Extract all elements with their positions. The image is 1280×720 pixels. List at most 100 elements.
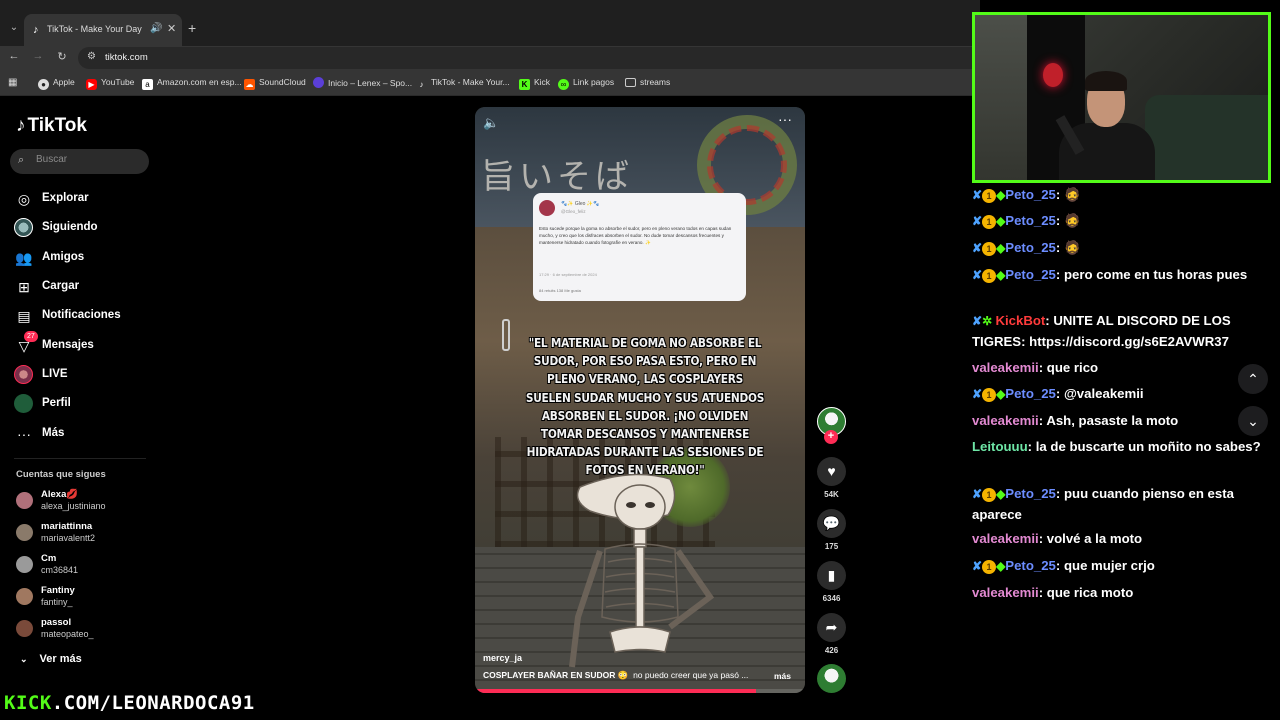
live-icon <box>14 365 33 384</box>
apps-grid-icon[interactable]: ▦ <box>8 77 17 88</box>
save-action[interactable]: ▮ 6346 <box>817 561 846 603</box>
search-box[interactable]: ⌕ <box>10 149 149 174</box>
new-tab-icon[interactable]: + <box>188 20 196 36</box>
chat-username[interactable]: Peto_25 <box>1005 386 1056 401</box>
chat-username[interactable]: Leitouuu <box>972 439 1028 454</box>
follow-plus-icon[interactable]: + <box>824 430 838 444</box>
chat-badges: ✘ 1 ◆ <box>972 559 1006 574</box>
chat-text: que rico <box>1046 360 1099 375</box>
tab-search-chevron-icon[interactable]: ⌄ <box>6 20 22 36</box>
following-account[interactable]: Alexa💋 alexa_justiniano <box>16 489 156 515</box>
more-options-icon[interactable]: ··· <box>778 111 792 127</box>
following-account[interactable]: Cm cm36841 <box>16 553 156 579</box>
bookmark-youtube[interactable]: ▶ YouTube <box>86 77 134 90</box>
comment-icon[interactable]: 💬 <box>817 509 846 538</box>
gem-badge-icon: ◆ <box>996 559 1006 573</box>
bookmark-soundcloud[interactable]: ☁ SoundCloud <box>244 77 306 90</box>
chat-badges: ✘ 1 ◆ <box>972 188 1005 203</box>
chat-username[interactable]: Peto_25 <box>1005 267 1056 282</box>
nav-cargar[interactable]: ⊞ Cargar <box>14 277 154 299</box>
following-account[interactable]: mariattinna mariavalentt2 <box>16 521 156 547</box>
bookmark-icon[interactable]: ▮ <box>817 561 846 590</box>
back-icon[interactable]: ← <box>6 50 22 62</box>
search-input[interactable] <box>36 154 141 165</box>
video-player[interactable]: 旨いそば 🐾✨ Gleo ✨🐾 @Gleo_feliz Esto sucede … <box>475 107 805 693</box>
coin-badge-icon: 1 <box>982 242 997 256</box>
tab-close-icon[interactable]: ✕ <box>167 22 176 35</box>
nav-explorar[interactable]: ◎ Explorar <box>14 189 154 211</box>
chat-message: ✘ 1 ◆Peto_25: pero come en tus horas pues <box>972 267 1248 283</box>
coin-badge-icon: 1 <box>982 189 997 203</box>
share-icon[interactable]: ➦ <box>817 613 846 642</box>
nav-amigos[interactable]: 👥 Amigos <box>14 248 154 270</box>
chat-username[interactable]: valeakemii <box>972 585 1039 600</box>
nav-notificaciones[interactable]: ▤ Notificaciones <box>14 306 154 328</box>
site-info-icon[interactable]: ⚙ <box>87 51 96 62</box>
tiktok-logo[interactable]: ♪ TikTok <box>16 115 87 137</box>
chat-username[interactable]: Peto_25 <box>1005 213 1056 228</box>
avatar <box>16 620 33 637</box>
sofa <box>1145 95 1268 180</box>
forward-icon[interactable]: → <box>30 50 46 62</box>
account-name: Cm <box>41 553 57 564</box>
chevron-up-icon[interactable]: ⌃ <box>1238 364 1268 394</box>
upload-icon: ⊞ <box>18 279 30 295</box>
tab-audio-icon[interactable]: 🔊 <box>150 23 162 34</box>
streamer-hair <box>1085 71 1127 91</box>
bookmark-tiktok[interactable]: ♪ TikTok - Make Your... <box>416 77 510 90</box>
moderator-sword-icon: ✘ <box>972 268 983 282</box>
nav-label: Amigos <box>42 251 85 263</box>
moderator-sword-icon: ✘ <box>972 241 983 255</box>
following-account[interactable]: Fantiny fantiny_ <box>16 585 156 611</box>
bookmark-spotify[interactable]: Inicio – Lenex – Spo... <box>313 77 412 88</box>
nav-mas[interactable]: ··· Más <box>14 424 154 446</box>
nav-mensajes[interactable]: ▽ 27 Mensajes <box>14 331 154 358</box>
caption-more-button[interactable]: más <box>774 671 791 681</box>
moderator-sword-icon: ✘ <box>972 559 983 573</box>
account-handle: cm36841 <box>41 565 79 575</box>
youtube-icon: ▶ <box>86 79 97 90</box>
video-progress-bar[interactable] <box>475 689 805 693</box>
right-eye <box>645 502 655 508</box>
nav-live[interactable]: LIVE <box>14 365 154 387</box>
caption-title: COSPLAYER BAÑAR EN SUDOR 😳 <box>483 670 629 680</box>
like-action[interactable]: ♥ 54K <box>817 457 846 499</box>
video-caption: COSPLAYER BAÑAR EN SUDOR 😳 no puedo cree… <box>483 670 773 681</box>
like-count: 54K <box>824 490 839 499</box>
moderator-sword-icon: ✘ <box>972 387 983 401</box>
browser-tab-bar: ⌄ ♪ TikTok - Make Your Day 🔊 ✕ + <box>0 0 980 46</box>
pelvis <box>609 626 671 653</box>
compass-icon: ◎ <box>17 191 31 207</box>
chat-username[interactable]: Peto_25 <box>1005 240 1056 255</box>
chat-username[interactable]: valeakemii <box>972 360 1039 375</box>
chat-username[interactable]: KickBot <box>995 313 1045 328</box>
nav-siguiendo[interactable]: Siguiendo <box>14 218 154 240</box>
video-author[interactable]: mercy_ja <box>483 653 522 663</box>
chevron-down-icon[interactable]: ⌄ <box>1238 406 1268 436</box>
left-arm <box>569 550 603 668</box>
sound-disc-avatar[interactable] <box>817 664 846 693</box>
chat-username[interactable]: Peto_25 <box>1005 486 1056 501</box>
chat-badges: ✘ 1 ◆ <box>972 241 1005 256</box>
volume-icon[interactable]: 🔈 <box>483 115 499 131</box>
bookmark-streams[interactable]: streams <box>625 77 670 87</box>
bookmark-apple[interactable]: ● Apple <box>38 77 75 90</box>
chat-username[interactable]: valeakemii <box>972 413 1039 428</box>
browser-tab[interactable]: ♪ TikTok - Make Your Day 🔊 ✕ <box>24 14 182 46</box>
following-account[interactable]: passol mateopateo_ <box>16 617 156 643</box>
heart-icon[interactable]: ♥ <box>817 457 846 486</box>
ver-mas-button[interactable]: ⌄ Ver más <box>20 653 82 665</box>
chat-username[interactable]: Peto_25 <box>1005 558 1056 573</box>
share-action[interactable]: ➦ 426 <box>817 613 846 655</box>
nav-perfil[interactable]: Perfil <box>14 394 154 416</box>
address-bar[interactable]: ⚙ tiktok.com <box>78 47 978 69</box>
bookmark-link-pagos[interactable]: ∞ Link pagos <box>558 77 614 90</box>
shop-sign-text: 旨いそば <box>481 157 633 197</box>
chat-username[interactable]: valeakemii <box>972 531 1039 546</box>
chat-username[interactable]: Peto_25 <box>1005 187 1056 202</box>
bookmark-amazon[interactable]: a Amazon.com en esp... <box>142 77 242 90</box>
reload-icon[interactable]: ↻ <box>54 50 70 63</box>
bookmark-kick[interactable]: K Kick <box>519 77 550 90</box>
comment-action[interactable]: 💬 175 <box>817 509 846 551</box>
search-icon[interactable]: ⌕ <box>18 154 24 167</box>
